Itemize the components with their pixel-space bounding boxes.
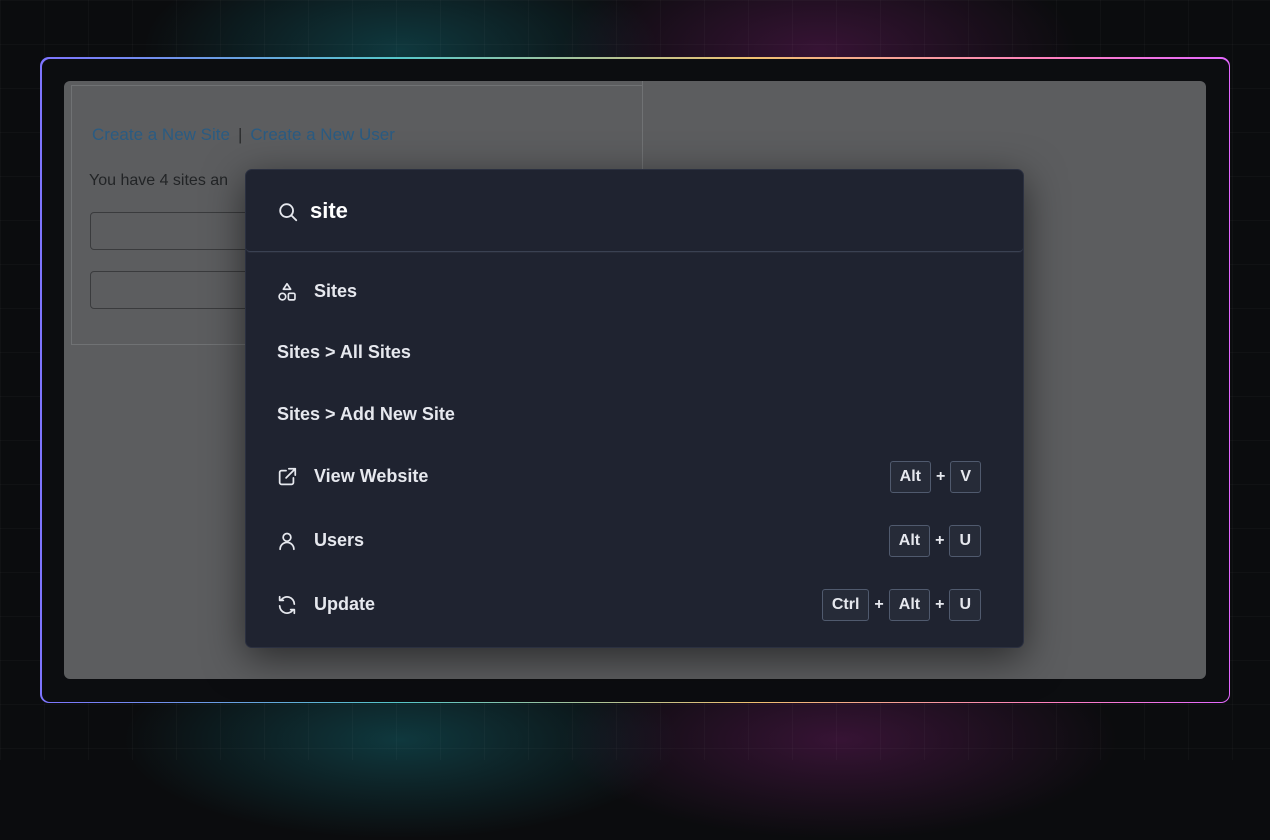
key-u: U	[949, 525, 981, 557]
external-link-icon	[278, 467, 297, 486]
palette-item-label: Sites > Add New Site	[277, 404, 455, 424]
key-plus: +	[935, 468, 946, 485]
palette-item-label: Users	[314, 530, 365, 550]
key-plus: +	[935, 596, 945, 613]
palette-item-sites[interactable]: Sites	[246, 266, 1023, 318]
shortcut-keys: Alt + V	[889, 459, 981, 495]
palette-item-label: View Website	[314, 466, 429, 486]
palette-item-label: Update	[314, 594, 376, 614]
palette-item-update[interactable]: Update Ctrl + Alt + U	[246, 579, 1023, 631]
link-separator: |	[237, 125, 243, 144]
palette-item-all-sites[interactable]: Sites > All Sites	[246, 327, 1023, 379]
shortcut-keys: Alt + U	[888, 523, 981, 559]
column-divider	[642, 81, 643, 171]
sites-summary-text: You have 4 sites an	[89, 172, 229, 189]
palette-item-add-new-site[interactable]: Sites > Add New Site	[246, 389, 1023, 441]
key-alt: Alt	[889, 461, 931, 493]
palette-search-input[interactable]	[310, 194, 970, 228]
key-alt: Alt	[888, 525, 931, 557]
key-u: U	[949, 589, 981, 621]
refresh-icon	[278, 595, 296, 615]
palette-item-label: Sites	[314, 281, 358, 301]
shortcut-keys: Ctrl + Alt + U	[821, 587, 981, 623]
palette-item-users[interactable]: Users Alt + U	[246, 515, 1023, 567]
palette-search-bar	[246, 170, 1023, 252]
key-ctrl: Ctrl	[821, 589, 870, 621]
key-alt: Alt	[888, 589, 931, 621]
palette-item-label: Sites > All Sites	[277, 342, 411, 362]
key-plus: +	[874, 596, 884, 613]
create-site-link[interactable]: Create a New Site	[92, 125, 230, 144]
search-icon	[279, 203, 298, 222]
command-palette: Sites Sites > All Sites Sites > Add New …	[245, 169, 1024, 648]
palette-item-view-website[interactable]: View Website Alt + V	[246, 451, 1023, 503]
key-v: V	[950, 461, 981, 493]
create-user-link[interactable]: Create a New User	[250, 125, 395, 144]
user-icon	[279, 532, 295, 551]
admin-quick-links: Create a New Site | Create a New User	[92, 125, 395, 145]
shapes-icon	[278, 282, 296, 301]
key-plus: +	[935, 532, 945, 549]
